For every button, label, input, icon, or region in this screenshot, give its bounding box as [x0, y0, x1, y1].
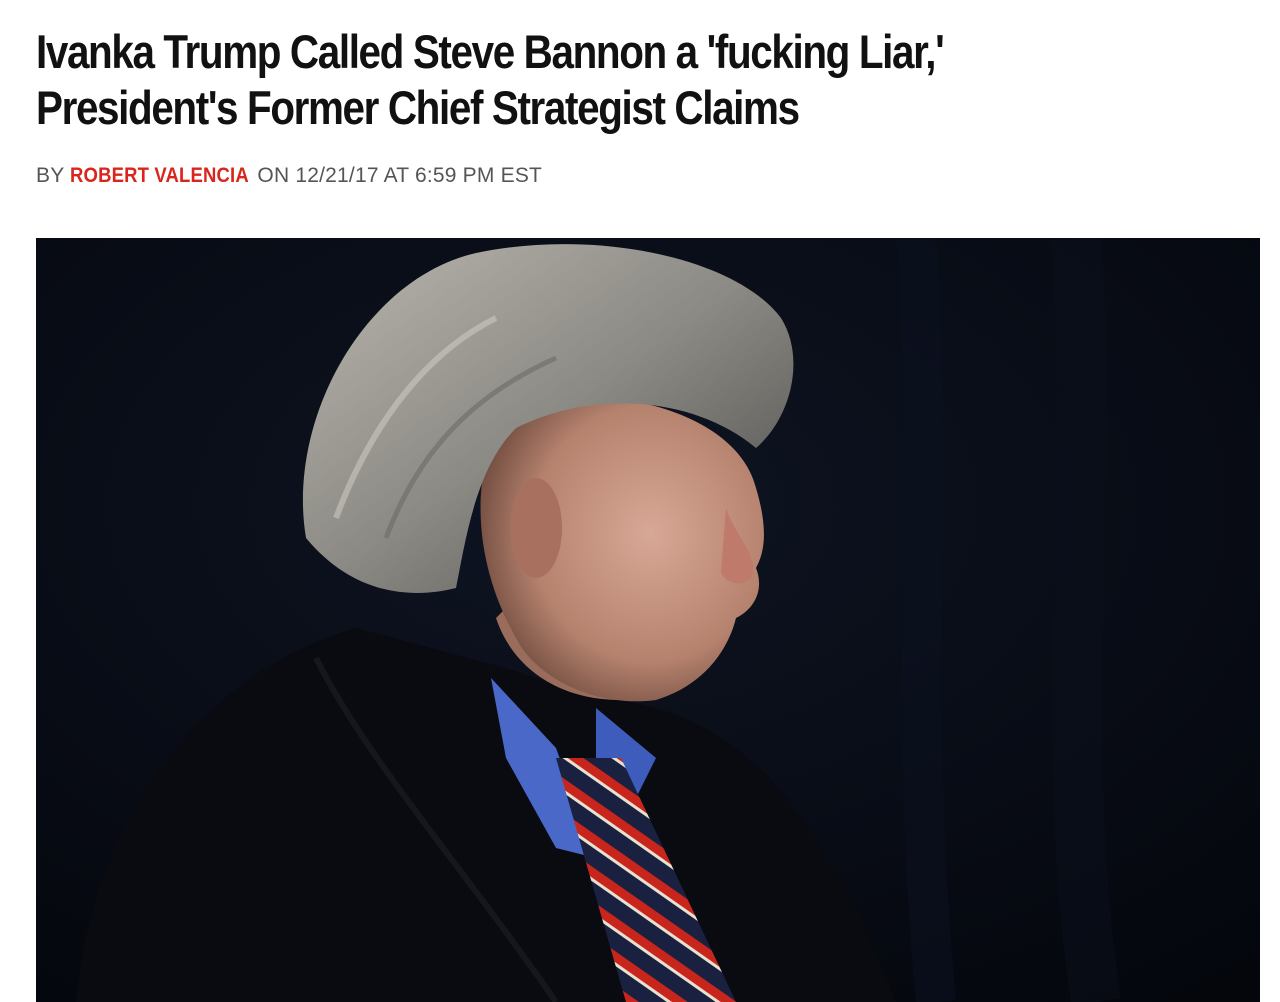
- byline-date: 12/21/17: [295, 164, 379, 187]
- byline-at: AT: [383, 164, 409, 187]
- headline: Ivanka Trump Called Steve Bannon a 'fuck…: [36, 24, 1240, 136]
- hero-image-illustration: [36, 238, 1260, 1002]
- headline-line-2: President's Former Chief Strategist Clai…: [36, 81, 800, 134]
- hero-image: [36, 238, 1260, 1002]
- byline-by: BY: [36, 164, 65, 187]
- byline-time: 6:59 PM EST: [414, 164, 543, 187]
- author-link[interactable]: ROBERT VALENCIA: [70, 164, 249, 188]
- byline-on: ON: [257, 164, 290, 187]
- byline: BY ROBERT VALENCIA ON 12/21/17 AT 6:59 P…: [36, 164, 542, 188]
- headline-line-1: Ivanka Trump Called Steve Bannon a 'fuck…: [36, 25, 945, 78]
- article-header: Ivanka Trump Called Steve Bannon a 'fuck…: [36, 24, 1260, 187]
